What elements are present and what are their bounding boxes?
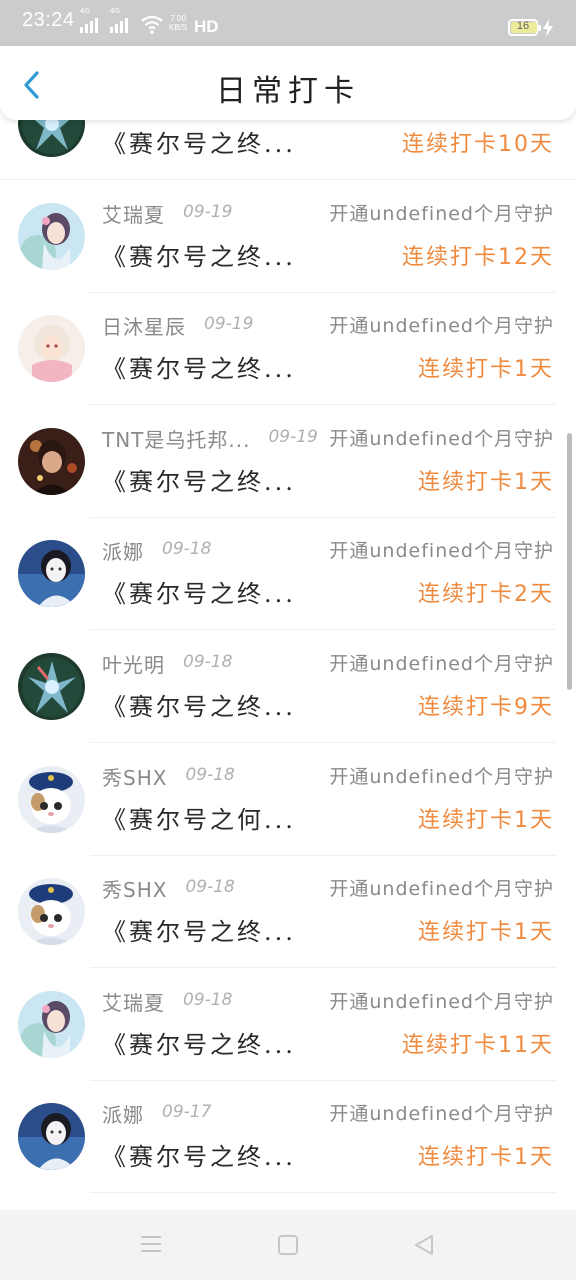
battery-level: 16 [516,20,530,32]
user-name: 秀SHX [102,878,168,902]
avatar[interactable] [18,203,85,270]
hd-indicator: HD [194,17,219,36]
menu-icon[interactable] [140,1234,162,1254]
checkin-date: 09-17 [162,1102,212,1122]
status-time: 23:24 [22,9,75,31]
divider [90,742,556,743]
signal-icon: 4G [80,7,98,33]
network-type: 4G [110,7,120,15]
user-name: 艾瑞夏 [102,203,165,227]
user-name: 叶光明 [102,653,165,677]
divider [90,404,556,405]
avatar[interactable] [18,315,85,382]
divider [90,1192,556,1193]
navigation-bar [0,1210,576,1280]
user-name: TNT是乌托邦... [102,428,251,452]
guard-text: 开通undefined个月守护 [329,311,554,338]
list-item[interactable]: 秀SHX 09-18 开通undefined个月守护《赛尔号之终... 连续打卡1天 [0,856,576,968]
guard-text: 开通undefined个月守护 [329,874,554,901]
list-item[interactable]: 叶光明 09-18 开通undefined个月守护《赛尔号之终... 连续打卡9天 [0,631,576,743]
charging-icon [543,19,553,37]
network-type: 4G [80,7,90,15]
back-triangle-icon[interactable] [413,1234,435,1256]
avatar[interactable] [18,120,85,157]
battery-icon: 16 [508,19,541,36]
book-title: 《赛尔号之终... [102,1143,296,1171]
home-square-icon[interactable] [277,1234,299,1256]
guard-text: 开通undefined个月守护 [329,199,554,226]
checkin-list[interactable]: 《赛尔号之终... 连续打卡10天 艾瑞夏 09-19 开通undefined个月守护《… [0,120,576,1210]
status-bar: 23:24 4G 4G 7.00 KB/S HD 16 [0,0,576,46]
streak-text: 连续打卡1天 [418,920,554,945]
checkin-date: 09-18 [183,652,233,672]
scrollbar[interactable] [567,433,572,690]
user-name: 艾瑞夏 [102,991,165,1015]
avatar[interactable] [18,991,85,1058]
user-name: 派娜 [102,1103,144,1127]
list-item[interactable]: 秀SHX 09-18 开通undefined个月守护《赛尔号之何... 连续打卡1天 [0,744,576,856]
page-header: 日常打卡 [0,46,576,120]
checkin-date: 09-18 [183,990,233,1010]
avatar[interactable] [18,878,85,945]
divider [90,967,556,968]
speed-unit: KB/S [169,23,188,32]
network-speed: 7.00 KB/S [169,14,187,32]
book-title: 《赛尔号之终... [102,1031,296,1059]
book-title: 《赛尔号之终... [102,243,296,271]
list-item[interactable]: 艾瑞夏 09-19 开通undefined个月守护《赛尔号之终... 连续打卡12天 [0,181,576,293]
wifi-icon [141,15,163,34]
streak-text: 连续打卡9天 [418,695,554,720]
divider [90,629,556,630]
book-title: 《赛尔号之终... [102,355,296,383]
avatar[interactable] [18,428,85,495]
avatar[interactable] [18,540,85,607]
book-title: 《赛尔号之终... [102,693,296,721]
streak-text: 连续打卡1天 [418,470,554,495]
user-name: 秀SHX [102,766,168,790]
user-name: 日沐星辰 [102,315,186,339]
streak-text: 连续打卡11天 [402,1033,554,1058]
streak-text: 连续打卡1天 [418,808,554,833]
signal-icon: 4G [110,7,128,33]
user-name: 派娜 [102,540,144,564]
book-title: 《赛尔号之终... [102,468,296,496]
checkin-date: 09-19 [204,314,254,334]
guard-text: 开通undefined个月守护 [329,649,554,676]
page-title: 日常打卡 [216,74,360,109]
streak-text: 连续打卡1天 [418,1145,554,1170]
book-title: 《赛尔号之何... [102,806,296,834]
checkin-date: 09-18 [185,765,235,785]
list-item[interactable]: 艾瑞夏 09-18 开通undefined个月守护《赛尔号之终... 连续打卡11天 [0,969,576,1081]
list-item[interactable]: 派娜 09-17 开通undefined个月守护《赛尔号之终... 连续打卡1天 [0,1081,576,1193]
guard-text: 开通undefined个月守护 [329,1099,554,1126]
speed-value: 7.00 [170,14,186,23]
streak-text: 连续打卡10天 [402,132,554,157]
book-title: 《赛尔号之终... [102,918,296,946]
list-item[interactable]: 派娜 09-18 开通undefined个月守护《赛尔号之终... 连续打卡2天 [0,518,576,630]
streak-text: 连续打卡2天 [418,582,554,607]
book-title: 《赛尔号之终... [102,580,296,608]
guard-text: 开通undefined个月守护 [329,536,554,563]
avatar[interactable] [18,766,85,833]
guard-text: 开通undefined个月守护 [329,424,554,451]
guard-text: 开通undefined个月守护 [329,762,554,789]
list-item[interactable]: TNT是乌托邦... 09-19 开通undefined个月守护《赛尔号之终... 连… [0,406,576,518]
divider [0,179,576,180]
checkin-date: 09-19 [183,202,233,222]
list-item[interactable]: 日沐星辰 09-19 开通undefined个月守护《赛尔号之终... 连续打卡1天 [0,293,576,405]
checkin-date: 09-18 [162,539,212,559]
book-title: 《赛尔号之终... [102,130,296,158]
guard-text: 开通undefined个月守护 [329,987,554,1014]
avatar[interactable] [18,653,85,720]
streak-text: 连续打卡12天 [402,245,554,270]
checkin-date: 09-19 [268,427,318,447]
checkin-date: 09-18 [185,877,235,897]
streak-text: 连续打卡1天 [418,357,554,382]
avatar[interactable] [18,1103,85,1170]
list-item[interactable]: 《赛尔号之终... 连续打卡10天 [0,120,576,180]
